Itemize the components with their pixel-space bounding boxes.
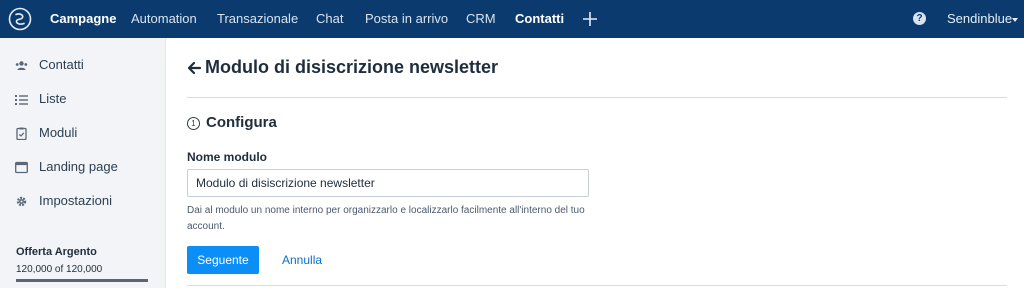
- back-arrow-icon[interactable]: [187, 60, 201, 76]
- sidebar-item-landing-page[interactable]: Landing page: [0, 153, 165, 183]
- sidebar-item-label: Impostazioni: [39, 193, 112, 208]
- step-number: 1: [187, 117, 200, 130]
- plan-usage: 120,000 of 120,000: [16, 264, 103, 275]
- sidebar-item-moduli[interactable]: Moduli: [0, 119, 165, 149]
- page-title: Modulo di disiscrizione newsletter: [205, 57, 499, 77]
- nav-contatti[interactable]: Contatti: [515, 0, 564, 38]
- users-icon: [15, 61, 28, 70]
- sidebar-item-label: Liste: [39, 91, 67, 106]
- sidebar-item-contatti[interactable]: Contatti: [0, 51, 165, 81]
- nav-transazionale[interactable]: Transazionale: [217, 0, 298, 38]
- window-icon: [15, 161, 28, 174]
- step-title: Configura: [206, 114, 277, 131]
- plan-usage-bar-fill: [16, 279, 148, 282]
- nav-campagne[interactable]: Campagne: [50, 0, 116, 38]
- top-navigation-bar: Campagne Automation Transazionale Chat P…: [0, 0, 1024, 38]
- list-icon: [15, 95, 28, 105]
- nav-chat[interactable]: Chat: [316, 0, 343, 38]
- plus-icon[interactable]: [582, 8, 598, 30]
- module-name-input[interactable]: [187, 169, 589, 197]
- divider: [187, 285, 1007, 286]
- sidebar-item-label: Contatti: [39, 57, 84, 72]
- clipboard-icon: [16, 127, 27, 140]
- gear-icon: [16, 196, 27, 207]
- sidebar-item-label: Landing page: [39, 159, 118, 174]
- divider: [187, 97, 1007, 98]
- nav-posta-in-arrivo[interactable]: Posta in arrivo: [365, 0, 448, 38]
- account-menu[interactable]: Sendinblue: [947, 0, 1012, 38]
- plan-usage-bar: [16, 279, 148, 282]
- sidebar-item-liste[interactable]: Liste: [0, 85, 165, 115]
- sidebar-item-impostazioni[interactable]: Impostazioni: [0, 187, 165, 217]
- module-name-label: Nome modulo: [187, 150, 267, 164]
- chevron-down-icon[interactable]: [1012, 18, 1018, 22]
- nav-crm[interactable]: CRM: [466, 0, 496, 38]
- sidebar: Contatti Liste Moduli Landing page Impos…: [0, 38, 166, 288]
- sendinblue-logo-icon[interactable]: [8, 7, 32, 31]
- help-icon[interactable]: ?: [913, 12, 926, 25]
- plan-title: Offerta Argento: [16, 246, 97, 258]
- module-name-help: Dai al modulo un nome interno per organi…: [187, 205, 585, 232]
- next-button[interactable]: Seguente: [187, 246, 259, 274]
- nav-automation[interactable]: Automation: [131, 0, 197, 38]
- sidebar-item-label: Moduli: [39, 125, 78, 140]
- cancel-button[interactable]: Annulla: [282, 253, 322, 267]
